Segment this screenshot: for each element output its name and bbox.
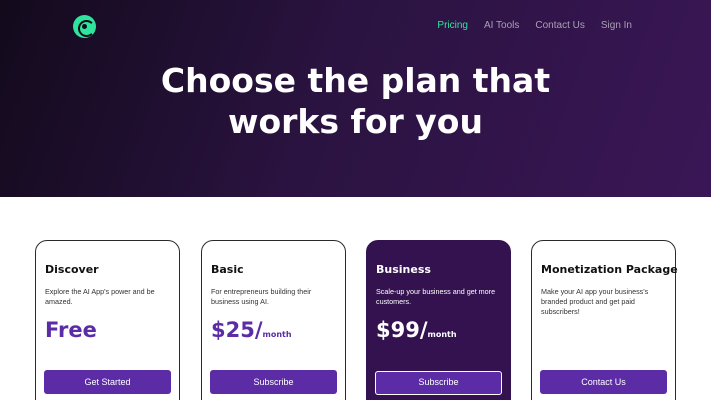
subscribe-business-button[interactable]: Subscribe (375, 371, 502, 395)
get-started-button[interactable]: Get Started (44, 370, 171, 394)
top-nav: Pricing AI Tools Contact Us Sign In (421, 20, 632, 31)
plan-title: Monetization Package (541, 263, 678, 276)
plan-card-monetization: Monetization Package Make your AI app yo… (531, 240, 678, 400)
contact-us-button[interactable]: Contact Us (540, 370, 667, 394)
plan-price-unit: month (262, 330, 292, 339)
page-title-line-2: works for you (228, 102, 483, 141)
logo-icon[interactable] (73, 15, 96, 38)
page-title-line-1: Choose the plan that (160, 61, 551, 100)
plan-description: Make your AI app your business's branded… (541, 287, 649, 316)
page-title: Choose the plan that works for you (0, 60, 711, 142)
plan-description: Scale-up your business and get more cust… (376, 287, 496, 306)
plan-price: Free (45, 318, 97, 342)
plan-price-amount: Free (45, 318, 97, 342)
plan-card-discover: Discover Explore the AI App's power and … (35, 240, 180, 400)
nav-link-sign-in[interactable]: Sign In (601, 20, 632, 31)
nav-link-pricing[interactable]: Pricing (437, 20, 468, 31)
subscribe-basic-button[interactable]: Subscribe (210, 370, 337, 394)
plan-price: $99/month (376, 318, 457, 342)
plan-description: For entrepreneurs building their busines… (211, 287, 312, 306)
plan-price-amount: $99/ (376, 318, 428, 342)
plan-price-amount: $25/ (211, 318, 263, 342)
plan-description: Explore the AI App's power and be amazed… (45, 287, 155, 306)
plan-card-business: Business Scale-up your business and get … (366, 240, 511, 400)
plan-card-basic: Basic For entrepreneurs building their b… (201, 240, 346, 400)
nav-link-ai-tools[interactable]: AI Tools (484, 20, 519, 31)
plan-title: Discover (45, 263, 99, 276)
plan-title: Basic (211, 263, 244, 276)
nav-link-contact-us[interactable]: Contact Us (535, 20, 584, 31)
plan-price-unit: month (427, 330, 457, 339)
plan-price: $25/month (211, 318, 292, 342)
plan-title: Business (376, 263, 431, 276)
hero-section: Pricing AI Tools Contact Us Sign In Choo… (0, 0, 711, 197)
